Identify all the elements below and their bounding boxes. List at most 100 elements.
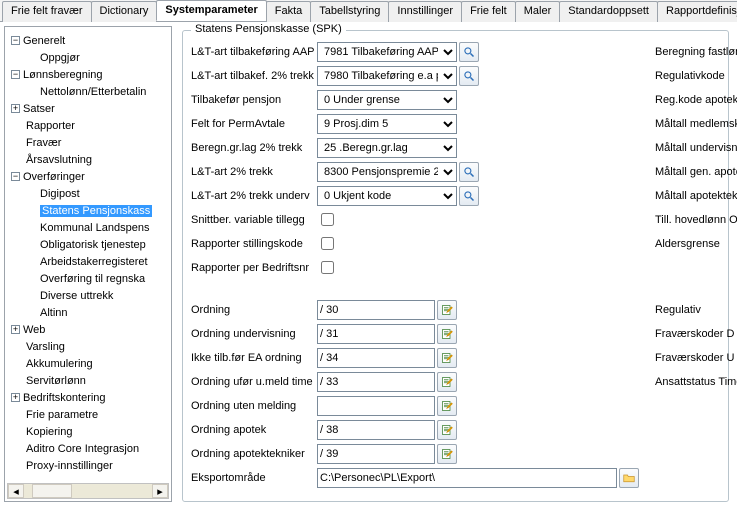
ikke-tilb-ea-label: Ikke tilb.før EA ordning: [191, 352, 317, 364]
tree-satser[interactable]: Satser: [23, 103, 55, 115]
aldersgrense-label: Aldersgrense: [655, 238, 737, 250]
tab-fakta[interactable]: Fakta: [266, 1, 312, 22]
lt-art-tilbakef-aap-label: L&T-art tilbakeføring AAP: [191, 46, 317, 58]
tree-toggle[interactable]: +: [11, 325, 20, 334]
beregn-grlag-select[interactable]: 25 .Beregn.gr.lag: [317, 138, 457, 158]
ordning-underv-input[interactable]: [317, 324, 435, 344]
tab-innstillinger[interactable]: Innstillinger: [388, 1, 462, 22]
tab-tabellstyring[interactable]: Tabellstyring: [310, 1, 389, 22]
tree-varsling[interactable]: Varsling: [26, 341, 65, 353]
tree-bedriftskontering[interactable]: Bedriftskontering: [23, 392, 106, 404]
rapporter-stillingskode-checkbox[interactable]: [321, 237, 334, 250]
tree-klp[interactable]: Kommunal Landspens: [40, 222, 149, 234]
lt-art-tilbakef-2-select[interactable]: 7980 Tilbakeføring e.a per: [317, 66, 457, 86]
beregning-fastlonn-label: Beregning fastlønn: [655, 46, 737, 58]
search-icon[interactable]: [459, 42, 479, 62]
tree-digipost[interactable]: Digipost: [40, 188, 80, 200]
rapporter-stillingskode-label: Rapporter stillingskode: [191, 238, 317, 250]
lt-art-2-trekk-underv-select[interactable]: 0 Ukjent kode: [317, 186, 457, 206]
edit-icon[interactable]: [437, 300, 457, 320]
snittber-checkbox[interactable]: [321, 213, 334, 226]
tree-web[interactable]: Web: [23, 324, 45, 336]
tree-oppgjor[interactable]: Oppgjør: [40, 52, 80, 64]
tree-arbeidstaker[interactable]: Arbeidstakerregisteret: [40, 256, 148, 268]
sidebar-tree: −Generelt Oppgjør −Lønnsberegning Nettol…: [4, 26, 172, 502]
ordning-uten-melding-input[interactable]: [317, 396, 435, 416]
lt-art-2-trekk-select[interactable]: 8300 Pensjonspremie 2%: [317, 162, 457, 182]
ordning-apotek-label: Ordning apotek: [191, 424, 317, 436]
felt-permavtale-label: Felt for PermAvtale: [191, 118, 317, 130]
edit-icon[interactable]: [437, 444, 457, 464]
edit-icon[interactable]: [437, 372, 457, 392]
tree-servitorlonn[interactable]: Servitørlønn: [26, 375, 86, 387]
folder-icon[interactable]: [619, 468, 639, 488]
lt-art-2-trekk-underv-label: L&T-art 2% trekk underv: [191, 190, 317, 202]
lt-art-tilbakef-2-label: L&T-art tilbakef. 2% trekk: [191, 70, 317, 82]
sidebar-hscroll[interactable]: ◂▸: [7, 483, 169, 499]
tilbakefor-pensjon-label: Tilbakefør pensjon: [191, 94, 317, 106]
fravaerskoder-u-label: Fraværskoder U: [655, 352, 737, 364]
rapporter-bedriftsnr-checkbox[interactable]: [321, 261, 334, 274]
ordning-apotektekn-input[interactable]: [317, 444, 435, 464]
tree-akkumulering[interactable]: Akkumulering: [26, 358, 93, 370]
ordning-input[interactable]: [317, 300, 435, 320]
tree-toggle[interactable]: −: [11, 36, 20, 45]
maltall-gen-apotek-label: Måltall gen. apotekordn.: [655, 166, 737, 178]
edit-icon[interactable]: [437, 324, 457, 344]
tree-toggle[interactable]: −: [11, 172, 20, 181]
edit-icon[interactable]: [437, 396, 457, 416]
tab-frie-felt[interactable]: Frie felt: [461, 1, 516, 22]
tree-aditro[interactable]: Aditro Core Integrasjon: [26, 443, 139, 455]
felt-permavtale-select[interactable]: 9 Prosj.dim 5: [317, 114, 457, 134]
ansattstatus-label: Ansattstatus Timelønn: [655, 376, 737, 388]
ordning-apotek-input[interactable]: [317, 420, 435, 440]
tab-frie-felt-fravaer[interactable]: Frie felt fravær: [2, 1, 92, 22]
tab-standardoppsett[interactable]: Standardoppsett: [559, 1, 658, 22]
rapporter-bedriftsnr-label: Rapporter per Bedriftsnr: [191, 262, 317, 274]
regkode-apotek-label: Reg.kode apotek: [655, 94, 737, 106]
tree-fravaer[interactable]: Fravær: [26, 137, 61, 149]
lt-art-2-trekk-label: L&T-art 2% trekk: [191, 166, 317, 178]
tree-nettolonn[interactable]: Nettolønn/Etterbetalin: [40, 86, 146, 98]
tree-toggle[interactable]: +: [11, 393, 20, 402]
ordning-apotektekn-label: Ordning apotektekniker: [191, 448, 317, 460]
tab-systemparameter[interactable]: Systemparameter: [156, 0, 266, 21]
till-hovedlonn-label: Till. hovedlønn OU-fond: [655, 214, 737, 226]
maltall-medlemskap-label: Måltall medlemskap: [655, 118, 737, 130]
tree-overforinger[interactable]: Overføringer: [23, 171, 85, 183]
tree-obligatorisk[interactable]: Obligatorisk tjenestep: [40, 239, 146, 251]
tree-arsavslutning[interactable]: Årsavslutning: [26, 154, 92, 166]
tree-altinn[interactable]: Altinn: [40, 307, 68, 319]
tree-spk[interactable]: Statens Pensjonskass: [40, 205, 152, 217]
tab-dictionary[interactable]: Dictionary: [91, 1, 158, 22]
tree-diverse[interactable]: Diverse uttrekk: [40, 290, 113, 302]
ordning-label: Ordning: [191, 304, 317, 316]
eksportomrade-input[interactable]: [317, 468, 617, 488]
tree-generelt[interactable]: Generelt: [23, 35, 65, 47]
eksportomrade-label: Eksportområde: [191, 472, 317, 484]
search-icon[interactable]: [459, 186, 479, 206]
tilbakefor-pensjon-select[interactable]: 0 Under grense: [317, 90, 457, 110]
tree-toggle[interactable]: −: [11, 70, 20, 79]
lt-art-tilbakef-aap-select[interactable]: 7981 Tilbakeføring AAP: [317, 42, 457, 62]
tree-proxy[interactable]: Proxy-innstillinger: [26, 460, 113, 472]
search-icon[interactable]: [459, 162, 479, 182]
tree-toggle[interactable]: +: [11, 104, 20, 113]
edit-icon[interactable]: [437, 420, 457, 440]
tree-rapporter[interactable]: Rapporter: [26, 120, 75, 132]
edit-icon[interactable]: [437, 348, 457, 368]
ordning-ufor-input[interactable]: [317, 372, 435, 392]
tab-maler[interactable]: Maler: [515, 1, 561, 22]
regulativ-label: Regulativ: [655, 304, 737, 316]
tab-bar: Frie felt fravær Dictionary Systemparame…: [0, 0, 737, 22]
ordning-underv-label: Ordning undervisning: [191, 328, 317, 340]
tree-frieparametre[interactable]: Frie parametre: [26, 409, 98, 421]
ikke-tilb-ea-input[interactable]: [317, 348, 435, 368]
ordning-uten-melding-label: Ordning uten melding: [191, 400, 317, 412]
tree-lonnsberegning[interactable]: Lønnsberegning: [23, 69, 103, 81]
tab-rapportdef-altinn[interactable]: Rapportdefinisjoner Altinn: [657, 1, 737, 22]
beregn-grlag-label: Beregn.gr.lag 2% trekk: [191, 142, 317, 154]
tree-kopiering[interactable]: Kopiering: [26, 426, 72, 438]
search-icon[interactable]: [459, 66, 479, 86]
tree-regnskap[interactable]: Overføring til regnska: [40, 273, 145, 285]
